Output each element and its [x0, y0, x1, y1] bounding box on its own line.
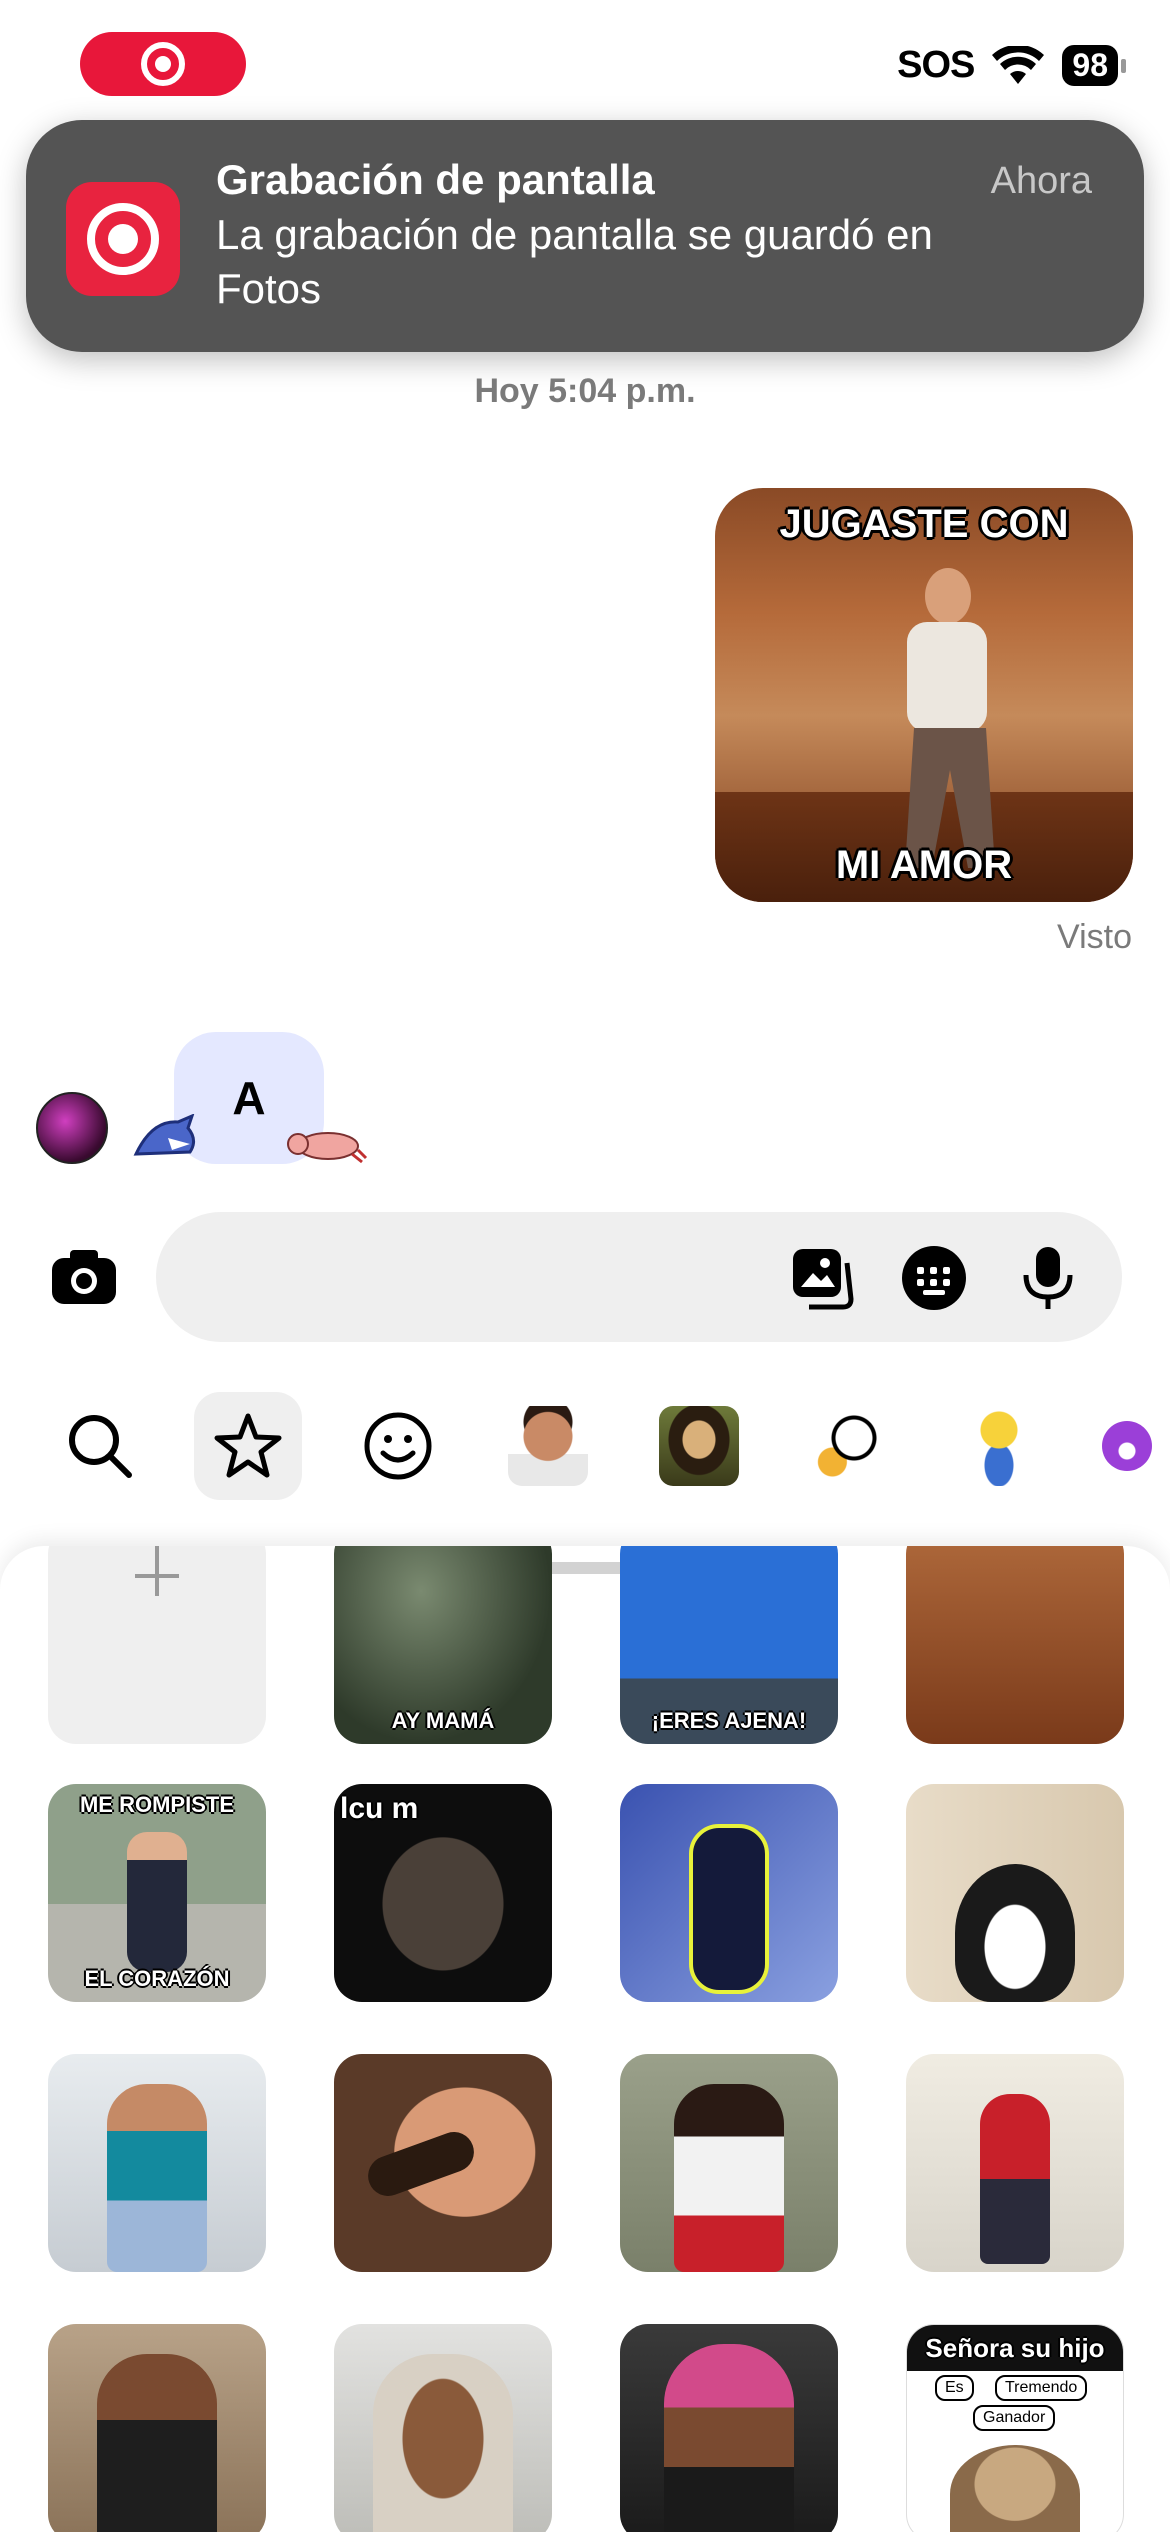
- microphone-icon: [1023, 1247, 1073, 1309]
- mosquito-violin-figure: [362, 2126, 480, 2202]
- gif-caption-top: JUGASTE CON: [779, 502, 1069, 546]
- wifi-icon: [992, 45, 1045, 84]
- keyboard-icon: [902, 1246, 966, 1310]
- dancing-man-figure: [127, 1832, 187, 1972]
- message-input[interactable]: [196, 1242, 716, 1312]
- gif-tile[interactable]: lcu m: [334, 1784, 552, 2002]
- tab-search[interactable]: [46, 1392, 154, 1500]
- gif-caption: Tremendo: [995, 2375, 1088, 2401]
- gif-picker-sheet[interactable]: AY MAMÁ ¡ERES AJENA! ME ROMPISTE EL CORA…: [0, 1546, 1170, 2532]
- gif-tile[interactable]: [906, 1546, 1124, 1744]
- gif-tile[interactable]: [620, 2054, 838, 2272]
- gif-caption: ¡ERES AJENA!: [651, 1708, 807, 1733]
- add-gif-tile[interactable]: [48, 1546, 266, 1744]
- gif-tile[interactable]: [906, 1784, 1124, 2002]
- sent-gif-message[interactable]: JUGASTE CON MI AMOR: [715, 488, 1133, 902]
- tab-cartoon-stickers[interactable]: [796, 1392, 904, 1500]
- gif-tile[interactable]: [620, 1784, 838, 2002]
- notification-banner[interactable]: Grabación de pantalla Ahora La grabación…: [26, 120, 1144, 352]
- seen-receipt: Visto: [1057, 918, 1132, 956]
- gif-tile[interactable]: [334, 2324, 552, 2532]
- microphone-button[interactable]: [1012, 1242, 1084, 1314]
- tab-purple-face-stickers[interactable]: [1102, 1392, 1170, 1500]
- sender-avatar[interactable]: [36, 1092, 108, 1164]
- cat-figure: [955, 1864, 1075, 2002]
- plus-icon: [135, 1546, 179, 1596]
- sos-indicator: SOS: [897, 44, 975, 86]
- man-figure: [373, 2354, 513, 2532]
- gif-tile[interactable]: ME ROMPISTE EL CORAZÓN: [48, 1784, 266, 2002]
- sticker-keyboard-button[interactable]: [898, 1242, 970, 1314]
- status-bar-right: SOS 98: [897, 44, 1126, 87]
- screen-recording-indicator[interactable]: [80, 32, 246, 96]
- man-figure: [664, 2344, 794, 2532]
- notification-time: Ahora: [990, 160, 1092, 202]
- notification-title: Grabación de pantalla: [216, 156, 655, 203]
- camera-button[interactable]: [46, 1240, 122, 1316]
- mona-lisa-sticker-icon: [659, 1406, 739, 1486]
- search-icon: [69, 1415, 132, 1478]
- gif-tile[interactable]: [620, 2324, 838, 2532]
- message-composer[interactable]: [156, 1212, 1122, 1342]
- avatar-sticker-icon: [508, 1406, 588, 1486]
- gif-caption: ME ROMPISTE: [79, 1792, 234, 1817]
- game-character-figure: [689, 1824, 769, 1994]
- battery-indicator: 98: [1062, 45, 1126, 86]
- gif-caption: Señora su hijo: [925, 2333, 1105, 2363]
- cartoon-sticker-icon: [810, 1406, 890, 1486]
- woman-figure: [674, 2084, 784, 2272]
- notification-body: La grabación de pantalla se guardó en Fo…: [216, 211, 933, 312]
- gif-tile[interactable]: ¡ERES AJENA!: [620, 1546, 838, 1744]
- star-icon: [214, 1413, 282, 1478]
- spiderman-figure: [980, 2094, 1050, 2264]
- screen-recording-app-icon: [66, 182, 180, 296]
- dancing-man-figure: [885, 568, 1005, 868]
- purple-face-sticker-icon: [1102, 1421, 1152, 1471]
- record-icon: [141, 42, 185, 86]
- man-figure: [97, 2354, 217, 2532]
- shark-sticker-icon: [133, 1114, 195, 1156]
- gallery-icon: [793, 1249, 854, 1310]
- pig-sticker-icon: [287, 1132, 368, 1164]
- gif-caption: Es: [935, 2375, 974, 2401]
- gif-tile[interactable]: [906, 2054, 1124, 2272]
- tab-mona-lisa-stickers[interactable]: [645, 1392, 753, 1500]
- tab-yellow-character-stickers[interactable]: [945, 1392, 1053, 1500]
- gif-tile[interactable]: Señora su hijo Es Tremendo Ganador: [906, 2324, 1124, 2532]
- dog-figure: [950, 2445, 1080, 2532]
- gif-tile[interactable]: AY MAMÁ: [334, 1546, 552, 1744]
- smiley-icon: [364, 1412, 432, 1480]
- gif-tile[interactable]: [48, 2324, 266, 2532]
- tab-favorites[interactable]: [194, 1392, 302, 1500]
- gif-tile[interactable]: [334, 2054, 552, 2272]
- gif-caption: EL CORAZÓN: [84, 1966, 230, 1991]
- gif-caption: AY MAMÁ: [391, 1708, 495, 1733]
- woman-figure: [107, 2084, 207, 2272]
- gif-tile[interactable]: [48, 2054, 266, 2272]
- gallery-button[interactable]: [786, 1242, 858, 1314]
- tab-emoji[interactable]: [344, 1392, 452, 1500]
- gif-caption-bottom: MI AMOR: [835, 843, 1013, 887]
- message-timestamp: Hoy 5:04 p.m.: [474, 372, 696, 410]
- gif-caption: Ganador: [973, 2405, 1056, 2431]
- tab-avatar-stickers[interactable]: [494, 1392, 602, 1500]
- yellow-character-sticker-icon: [959, 1406, 1039, 1486]
- gif-caption: lcu m: [340, 1792, 419, 1825]
